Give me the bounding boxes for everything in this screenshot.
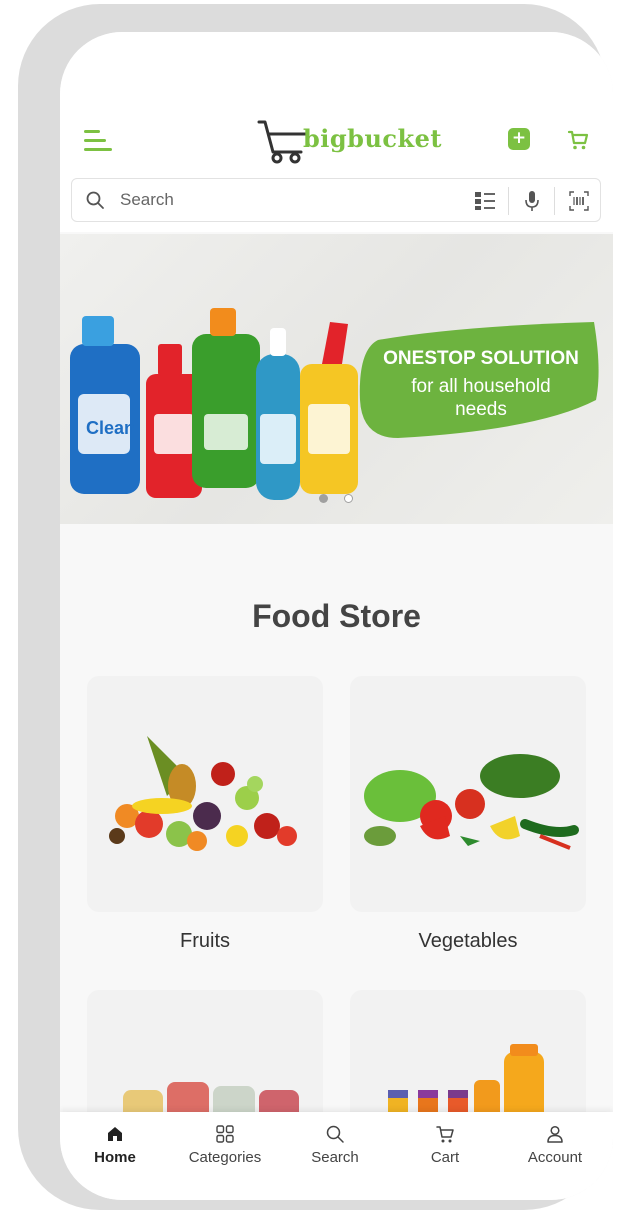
- barcode-scan-icon[interactable]: [568, 190, 590, 212]
- bottom-navigation: Home Categories Search Cart Account: [60, 1112, 613, 1200]
- cart-icon: [436, 1126, 454, 1143]
- microphone-icon[interactable]: [524, 189, 540, 213]
- category-label: Fruits: [180, 930, 230, 952]
- divider: [508, 187, 509, 215]
- nav-item-account[interactable]: Account: [500, 1112, 610, 1200]
- svg-text:Clean: Clean: [86, 418, 135, 438]
- carousel-dot-active[interactable]: [319, 494, 328, 503]
- grid-icon: [216, 1125, 234, 1143]
- nav-item-categories[interactable]: Categories: [170, 1112, 280, 1200]
- search-bar[interactable]: Search: [71, 178, 601, 222]
- app-logo[interactable]: bigbucket: [255, 114, 442, 166]
- nav-label: Categories: [188, 1149, 262, 1166]
- home-icon: [108, 1127, 122, 1141]
- search-icon: [326, 1125, 344, 1143]
- add-button[interactable]: +: [508, 128, 530, 150]
- carousel-dot[interactable]: [344, 494, 353, 503]
- nav-label: Home: [94, 1149, 136, 1166]
- search-icon: [86, 191, 104, 209]
- logo-text: bigbucket: [303, 124, 443, 153]
- nav-item-cart[interactable]: Cart: [390, 1112, 500, 1200]
- app-screen: bigbucket + Search Clean ONESTOP SOLUTIO…: [60, 32, 613, 1200]
- vegetables-image: [364, 754, 579, 850]
- promo-title: ONESTOP SOLUTION: [383, 348, 579, 369]
- list-icon[interactable]: [474, 191, 496, 211]
- promo-banner[interactable]: Clean ONESTOP SOLUTION for all household…: [60, 234, 613, 524]
- detergent-bottles-image: Clean: [70, 308, 358, 500]
- menu-icon[interactable]: [84, 130, 112, 152]
- user-icon: [547, 1125, 563, 1143]
- promo-subtitle: for all household: [411, 376, 551, 397]
- app-header: bigbucket + Search: [60, 32, 613, 232]
- nav-label: Account: [527, 1149, 583, 1166]
- promo-subtitle: needs: [455, 399, 507, 420]
- nav-label: Search: [311, 1149, 359, 1166]
- category-card-fruits[interactable]: [87, 676, 323, 912]
- search-input[interactable]: Search: [120, 190, 174, 210]
- nav-label: Cart: [430, 1149, 460, 1166]
- category-label: Vegetables: [418, 930, 518, 952]
- nav-item-home[interactable]: Home: [60, 1112, 170, 1200]
- fruits-image: [109, 736, 297, 851]
- phone-frame: bigbucket + Search Clean ONESTOP SOLUTIO…: [18, 4, 613, 1210]
- section-title: Food Store: [252, 598, 421, 634]
- divider: [554, 187, 555, 215]
- cart-icon[interactable]: [566, 128, 590, 152]
- nav-item-search[interactable]: Search: [280, 1112, 390, 1200]
- category-card-vegetables[interactable]: [350, 676, 586, 912]
